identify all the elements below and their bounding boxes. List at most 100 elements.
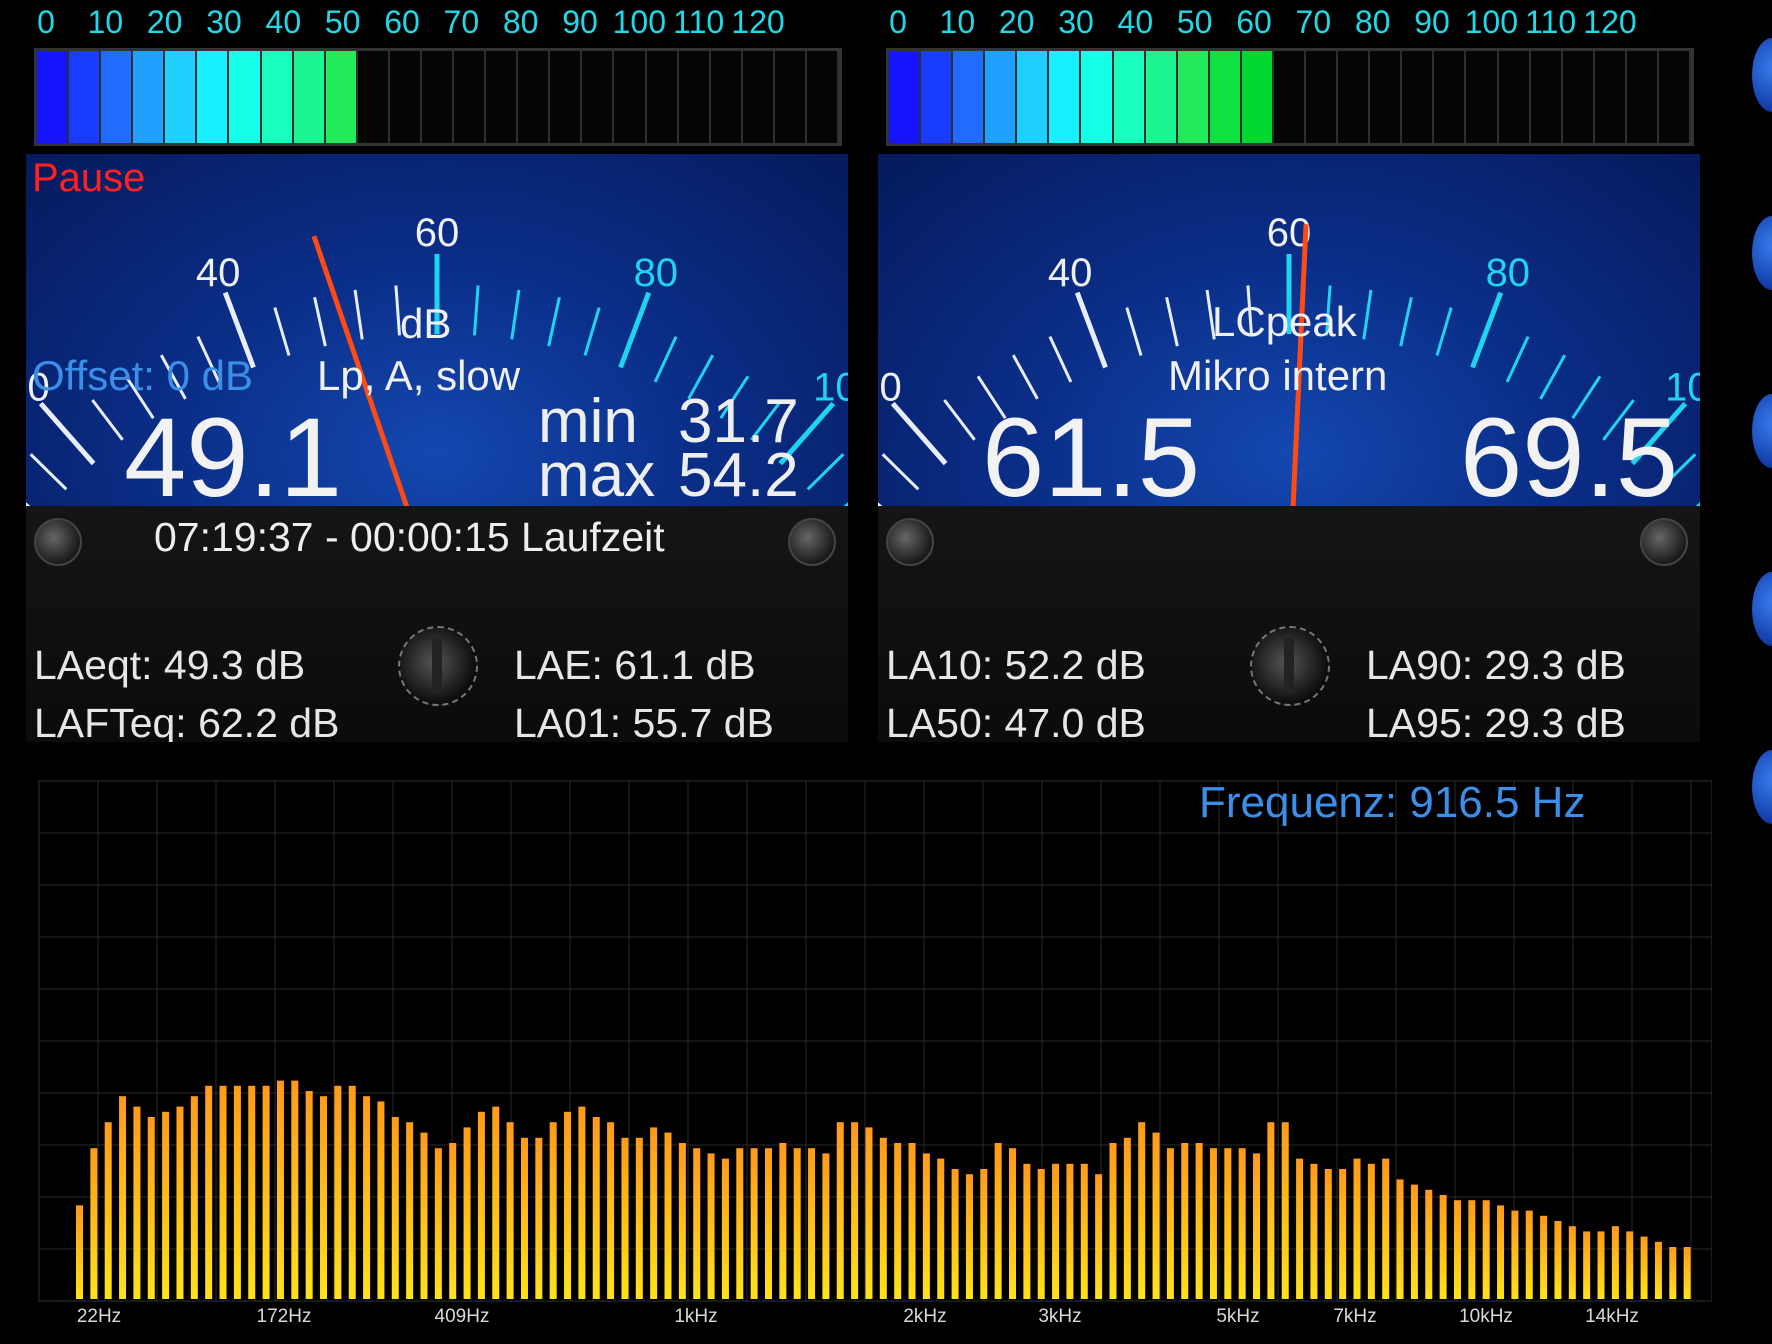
spectrum-bar bbox=[334, 1085, 342, 1299]
offset-label[interactable]: Offset: 0 dB bbox=[32, 352, 253, 400]
level-segment bbox=[357, 51, 390, 143]
level-scale-label: 70 bbox=[1295, 4, 1332, 40]
spectrum-bar bbox=[578, 1106, 586, 1299]
level-scale-label: 40 bbox=[1117, 4, 1154, 40]
level-scale-label: 60 bbox=[384, 4, 420, 40]
spectrum-bar bbox=[133, 1106, 141, 1299]
dial-tick bbox=[29, 453, 68, 491]
level-scale-label: 10 bbox=[939, 4, 976, 40]
side-button-icon[interactable] bbox=[1752, 750, 1772, 824]
spectrum-bar bbox=[492, 1106, 500, 1299]
dial-tick bbox=[618, 291, 652, 369]
frequency-label: 3kHz bbox=[1038, 1306, 1082, 1327]
frequency-label: 172Hz bbox=[256, 1306, 312, 1327]
dial-label: 80 bbox=[1486, 251, 1531, 295]
dial-tick bbox=[313, 296, 327, 347]
spectrum-bar bbox=[908, 1143, 916, 1299]
level-segment bbox=[101, 51, 134, 143]
level-segment bbox=[325, 51, 358, 143]
stat-la50: LA50: 47.0 dB bbox=[886, 700, 1146, 742]
spectrum-bar bbox=[1238, 1148, 1246, 1299]
level-segment bbox=[1306, 51, 1339, 143]
level-segment bbox=[229, 51, 262, 143]
screw-icon bbox=[1640, 518, 1688, 566]
dial-label: 60 bbox=[415, 211, 460, 255]
dial-tick bbox=[943, 399, 976, 441]
dial-tick bbox=[1435, 307, 1453, 356]
spectrum-bar bbox=[1611, 1226, 1619, 1299]
level-scale-label: 20 bbox=[146, 4, 183, 40]
mic-label[interactable]: Mikro intern bbox=[1168, 352, 1387, 400]
spectrum-bar bbox=[879, 1137, 887, 1299]
dial-tick bbox=[806, 453, 845, 491]
spectrum-bar bbox=[1568, 1226, 1576, 1299]
screw-icon bbox=[886, 518, 934, 566]
frequency-label: 22Hz bbox=[76, 1306, 122, 1327]
spectrum-bar bbox=[549, 1122, 557, 1299]
spectrum-bar bbox=[1353, 1158, 1361, 1299]
level-segment bbox=[1145, 51, 1178, 143]
spectrum-bar bbox=[348, 1085, 356, 1299]
level-segment bbox=[742, 51, 775, 143]
pause-status[interactable]: Pause bbox=[32, 156, 145, 201]
spectrum-chart bbox=[38, 780, 1712, 1302]
dial-label: 20 bbox=[878, 365, 902, 409]
side-button-icon[interactable] bbox=[1752, 216, 1772, 290]
level-scale-label: 50 bbox=[324, 4, 361, 40]
left-knob-icon[interactable] bbox=[398, 626, 478, 706]
side-button-icon[interactable] bbox=[1752, 394, 1772, 468]
left-mode-label[interactable]: Lp, A, slow bbox=[317, 352, 520, 400]
dial-tick bbox=[26, 502, 31, 506]
spectrum-bar bbox=[535, 1137, 543, 1299]
spectrum-bar bbox=[1396, 1179, 1404, 1299]
frequency-label: 10kHz bbox=[1459, 1306, 1513, 1327]
spectrum-bar bbox=[721, 1158, 729, 1299]
spectrum-bar bbox=[1583, 1231, 1591, 1299]
spectrum-bar bbox=[1281, 1122, 1289, 1299]
side-button-icon[interactable] bbox=[1752, 38, 1772, 112]
spectrum-bar bbox=[1410, 1184, 1418, 1299]
level-segment bbox=[1562, 51, 1595, 143]
dial-tick bbox=[1362, 289, 1373, 340]
level-scale-label: 110 bbox=[1525, 4, 1577, 40]
level-scale-label: 120 bbox=[1583, 4, 1637, 40]
spectrum-bar bbox=[363, 1096, 371, 1299]
spectrum-bar bbox=[1683, 1247, 1691, 1299]
spectrum-bar bbox=[592, 1117, 600, 1299]
spectrum-bar bbox=[1253, 1153, 1261, 1299]
level-segment bbox=[889, 51, 922, 143]
stat-la10: LA10: 52.2 dB bbox=[886, 642, 1146, 688]
dial-tick bbox=[472, 285, 480, 336]
right-knob-icon[interactable] bbox=[1250, 626, 1330, 706]
dial-tick bbox=[1505, 335, 1530, 383]
level-segment bbox=[1049, 51, 1082, 143]
spectrum-bar bbox=[276, 1080, 284, 1299]
spectrum-bar bbox=[406, 1122, 414, 1299]
right-mode-label[interactable]: LCpeak bbox=[1212, 298, 1357, 346]
side-button-icon[interactable] bbox=[1752, 572, 1772, 646]
level-scale-label: 50 bbox=[1176, 4, 1213, 40]
left-unit-label: dB bbox=[400, 300, 452, 347]
dial-tick bbox=[1695, 502, 1700, 506]
level-segment bbox=[1402, 51, 1435, 143]
spectrum-bar bbox=[1453, 1200, 1461, 1299]
frequency-label: 5kHz bbox=[1216, 1306, 1260, 1327]
spectrum-bar bbox=[664, 1132, 672, 1299]
spectrum-bar bbox=[1224, 1148, 1232, 1299]
level-scale-label: 100 bbox=[1464, 4, 1519, 40]
spectrum-bar bbox=[1511, 1210, 1519, 1299]
dial-tick bbox=[394, 285, 402, 336]
left-meter-base: 07:19:37 - 00:00:15 Laufzeit LAeqt: 49.3… bbox=[26, 506, 848, 742]
level-scale-label: 120 bbox=[731, 4, 785, 40]
spectrum-bar bbox=[1339, 1169, 1347, 1299]
spectrum-bar bbox=[449, 1143, 457, 1299]
spectrum-bar bbox=[305, 1091, 313, 1299]
spectrum-bar bbox=[176, 1106, 184, 1299]
spectrum-bar bbox=[291, 1080, 299, 1299]
level-segment bbox=[293, 51, 326, 143]
frequency-label: 409Hz bbox=[434, 1306, 490, 1327]
frequency-readout: Frequenz: 916.5 Hz bbox=[1199, 778, 1586, 827]
spectrum-bar bbox=[1123, 1137, 1131, 1299]
spectrum-bar bbox=[635, 1137, 643, 1299]
spectrum-bar bbox=[1166, 1148, 1174, 1299]
